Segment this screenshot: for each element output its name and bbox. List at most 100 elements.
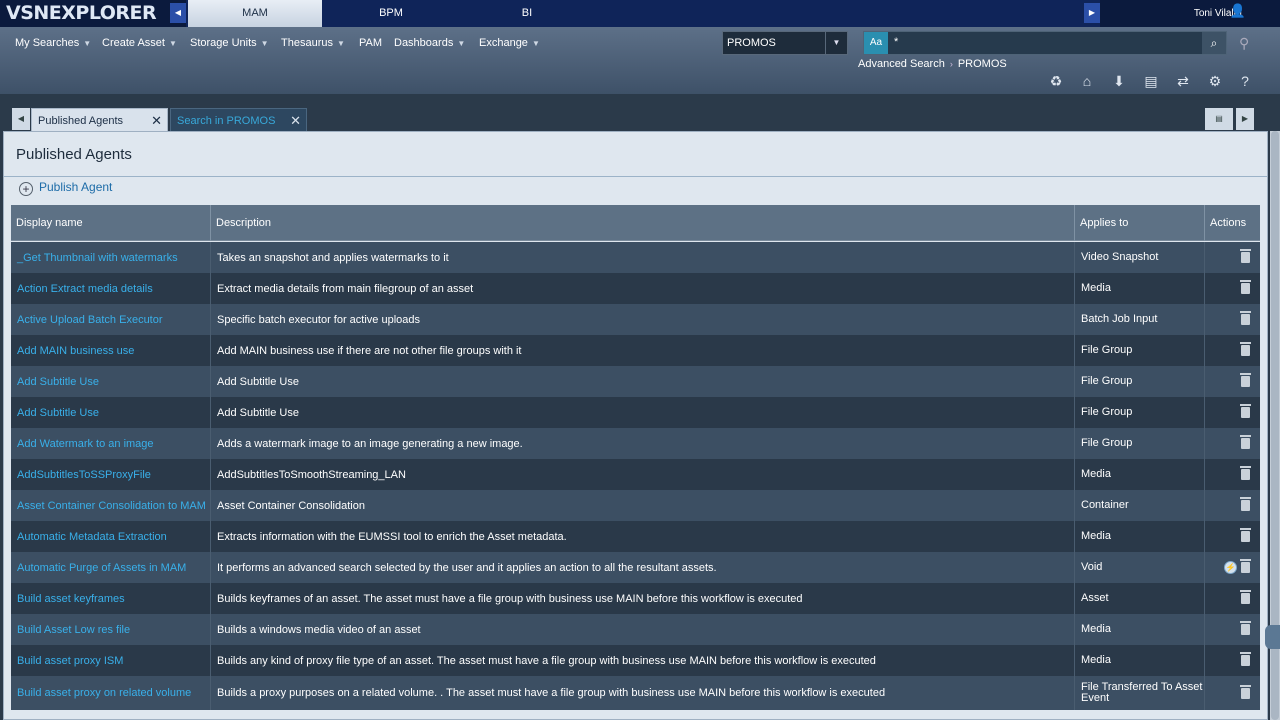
table-row[interactable]: Automatic Metadata Extraction Extracts in… xyxy=(11,521,1260,552)
delete-icon[interactable] xyxy=(1240,342,1251,356)
filter-icon[interactable]: ⚲ xyxy=(1239,35,1249,52)
agent-applies-to: Media xyxy=(1075,645,1205,676)
search-scope-select[interactable]: PROMOS ▼ xyxy=(722,31,848,55)
menu-my-searches[interactable]: My Searches ▼ xyxy=(15,37,91,49)
agent-name-link[interactable]: _Get Thumbnail with watermarks xyxy=(11,242,211,273)
agent-applies-to: Batch Job Input xyxy=(1075,304,1205,335)
row-actions xyxy=(1205,521,1260,552)
menu-exchange[interactable]: Exchange ▼ xyxy=(479,37,540,49)
archive-icon[interactable]: ▤ xyxy=(1142,72,1160,90)
agent-description: Builds any kind of proxy file type of an… xyxy=(211,645,1075,676)
table-row[interactable]: Add Subtitle Use Add Subtitle Use File Gro… xyxy=(11,397,1260,428)
search-input[interactable]: Aa * ⌕ xyxy=(863,31,1227,55)
help-icon[interactable]: ? xyxy=(1236,72,1254,90)
tabs-prev-icon[interactable]: ◀ xyxy=(12,108,30,130)
recycle-icon[interactable]: ♻ xyxy=(1047,72,1065,90)
delete-icon[interactable] xyxy=(1240,652,1251,666)
download-icon[interactable]: ⬇ xyxy=(1110,72,1128,90)
advanced-search-link[interactable]: Advanced Search xyxy=(858,58,945,70)
app-tab-mam[interactable]: MAM xyxy=(188,0,322,27)
breadcrumb: Advanced Search › PROMOS xyxy=(858,58,1007,70)
agent-applies-to: File Group xyxy=(1075,397,1205,428)
chevron-down-icon[interactable]: ▼ xyxy=(825,32,847,54)
column-header-description[interactable]: Description xyxy=(211,205,1075,241)
table-row[interactable]: Build asset proxy on related volume Build… xyxy=(11,676,1260,710)
column-header-display-name[interactable]: Display name xyxy=(11,205,211,241)
tabs-next-icon[interactable]: ▶ xyxy=(1236,108,1254,130)
agent-name-link[interactable]: Automatic Purge of Assets in MAM xyxy=(11,552,211,583)
table-row[interactable]: Add Subtitle Use Add Subtitle Use File Gro… xyxy=(11,366,1260,397)
delete-icon[interactable] xyxy=(1240,497,1251,511)
close-icon[interactable]: ✕ xyxy=(151,109,162,133)
delete-icon[interactable] xyxy=(1240,621,1251,635)
publish-agent-button[interactable]: + Publish Agent xyxy=(19,178,112,196)
delete-icon[interactable] xyxy=(1240,559,1251,573)
table-row[interactable]: Automatic Purge of Assets in MAM It perfo… xyxy=(11,552,1260,583)
transfer-icon[interactable]: ⇄ xyxy=(1174,72,1192,90)
delete-icon[interactable] xyxy=(1240,684,1251,699)
delete-icon[interactable] xyxy=(1240,404,1251,418)
delete-icon[interactable] xyxy=(1240,466,1251,480)
gear-icon[interactable]: ⚙ xyxy=(1206,72,1224,90)
agent-name-link[interactable]: Build Asset Low res file xyxy=(11,614,211,645)
run-agent-icon[interactable]: ⚡ xyxy=(1224,561,1237,574)
table-row[interactable]: Build asset proxy ISM Builds any kind of … xyxy=(11,645,1260,676)
column-header-applies-to[interactable]: Applies to xyxy=(1075,205,1205,241)
menu-thesaurus[interactable]: Thesaurus ▼ xyxy=(281,37,345,49)
agent-name-link[interactable]: Action Extract media details xyxy=(11,273,211,304)
table-row[interactable]: Add Watermark to an image Adds a watermar… xyxy=(11,428,1260,459)
agent-name-link[interactable]: Asset Container Consolidation to MAM xyxy=(11,490,211,521)
agent-name-link[interactable]: Add MAIN business use xyxy=(11,335,211,366)
agent-name-link[interactable]: AddSubtitlesToSSProxyFile xyxy=(11,459,211,490)
table-row[interactable]: Asset Container Consolidation to MAM Asse… xyxy=(11,490,1260,521)
agent-name-link[interactable]: Build asset keyframes xyxy=(11,583,211,614)
delete-icon[interactable] xyxy=(1240,590,1251,604)
close-icon[interactable]: ✕ xyxy=(290,109,301,133)
basket-icon[interactable]: ⌂ xyxy=(1078,72,1096,90)
menu-dashboards[interactable]: Dashboards ▼ xyxy=(394,37,465,49)
agent-description: Add MAIN business use if there are not o… xyxy=(211,335,1075,366)
agent-name-link[interactable]: Automatic Metadata Extraction xyxy=(11,521,211,552)
agent-name-link[interactable]: Build asset proxy ISM xyxy=(11,645,211,676)
app-tab-bpm[interactable]: BPM xyxy=(324,0,458,27)
agent-name-link[interactable]: Build asset proxy on related volume xyxy=(11,676,211,710)
tab-list-icon[interactable]: ▤ xyxy=(1205,108,1233,130)
agent-name-link[interactable]: Add Watermark to an image xyxy=(11,428,211,459)
agent-name-link[interactable]: Add Subtitle Use xyxy=(11,397,211,428)
menu-pam[interactable]: PAM xyxy=(359,37,382,49)
app-tabs-prev-icon[interactable]: ◀ xyxy=(170,3,186,23)
table-row[interactable]: Build Asset Low res file Builds a windows… xyxy=(11,614,1260,645)
agent-name-link[interactable]: Active Upload Batch Executor xyxy=(11,304,211,335)
agent-applies-to: File Group xyxy=(1075,335,1205,366)
agent-description: Builds a windows media video of an asset xyxy=(211,614,1075,645)
table-row[interactable]: Build asset keyframes Builds keyframes of… xyxy=(11,583,1260,614)
agent-applies-to: File Group xyxy=(1075,366,1205,397)
table-row[interactable]: Add MAIN business use Add MAIN business u… xyxy=(11,335,1260,366)
user-icon[interactable]: 👤 xyxy=(1230,3,1246,19)
search-query-value[interactable]: * xyxy=(894,36,898,48)
table-row[interactable]: Action Extract media details Extract medi… xyxy=(11,273,1260,304)
tab-search-in-promos[interactable]: Search in PROMOS ✕ xyxy=(170,108,307,132)
agent-description: Extracts information with the EUMSSI too… xyxy=(211,521,1075,552)
tab-published-agents[interactable]: Published Agents ✕ xyxy=(31,108,168,132)
table-row[interactable]: Active Upload Batch Executor Specific bat… xyxy=(11,304,1260,335)
agent-name-link[interactable]: Add Subtitle Use xyxy=(11,366,211,397)
menu-create-asset[interactable]: Create Asset ▼ xyxy=(102,37,177,49)
delete-icon[interactable] xyxy=(1240,435,1251,449)
menu-storage-units[interactable]: Storage Units ▼ xyxy=(190,37,269,49)
side-panel-handle-icon[interactable] xyxy=(1265,625,1280,649)
app-tabs-next-icon[interactable]: ▶ xyxy=(1084,3,1100,23)
match-case-toggle[interactable]: Aa xyxy=(864,32,888,54)
row-actions xyxy=(1205,490,1260,521)
delete-icon[interactable] xyxy=(1240,280,1251,294)
search-icon[interactable]: ⌕ xyxy=(1202,32,1226,54)
delete-icon[interactable] xyxy=(1240,373,1251,387)
chevron-down-icon: ▼ xyxy=(260,39,269,48)
delete-icon[interactable] xyxy=(1240,311,1251,325)
delete-icon[interactable] xyxy=(1240,249,1251,263)
table-row[interactable]: AddSubtitlesToSSProxyFile AddSubtitlesToS… xyxy=(11,459,1260,490)
delete-icon[interactable] xyxy=(1240,528,1251,542)
app-tab-bi[interactable]: BI xyxy=(460,0,594,27)
table-row[interactable]: _Get Thumbnail with watermarks Takes an s… xyxy=(11,242,1260,273)
tab-label: Published Agents xyxy=(38,115,124,127)
